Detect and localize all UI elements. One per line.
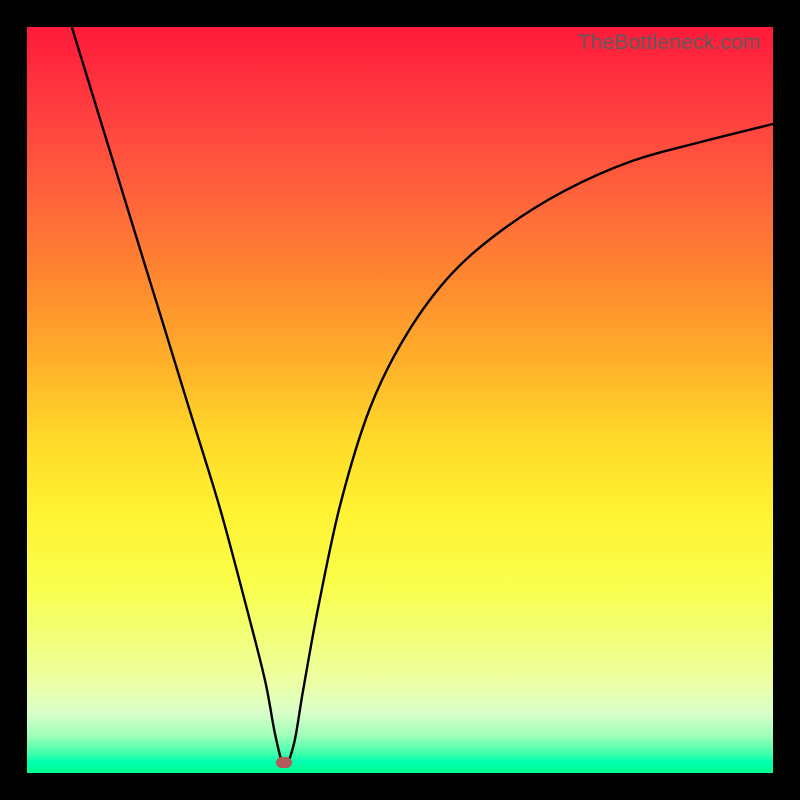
plot-area: TheBottleneck.com [27,27,773,773]
curve-svg [27,27,773,773]
optimal-point-marker [276,757,292,768]
chart-frame: TheBottleneck.com [0,0,800,800]
bottleneck-curve [72,27,773,766]
